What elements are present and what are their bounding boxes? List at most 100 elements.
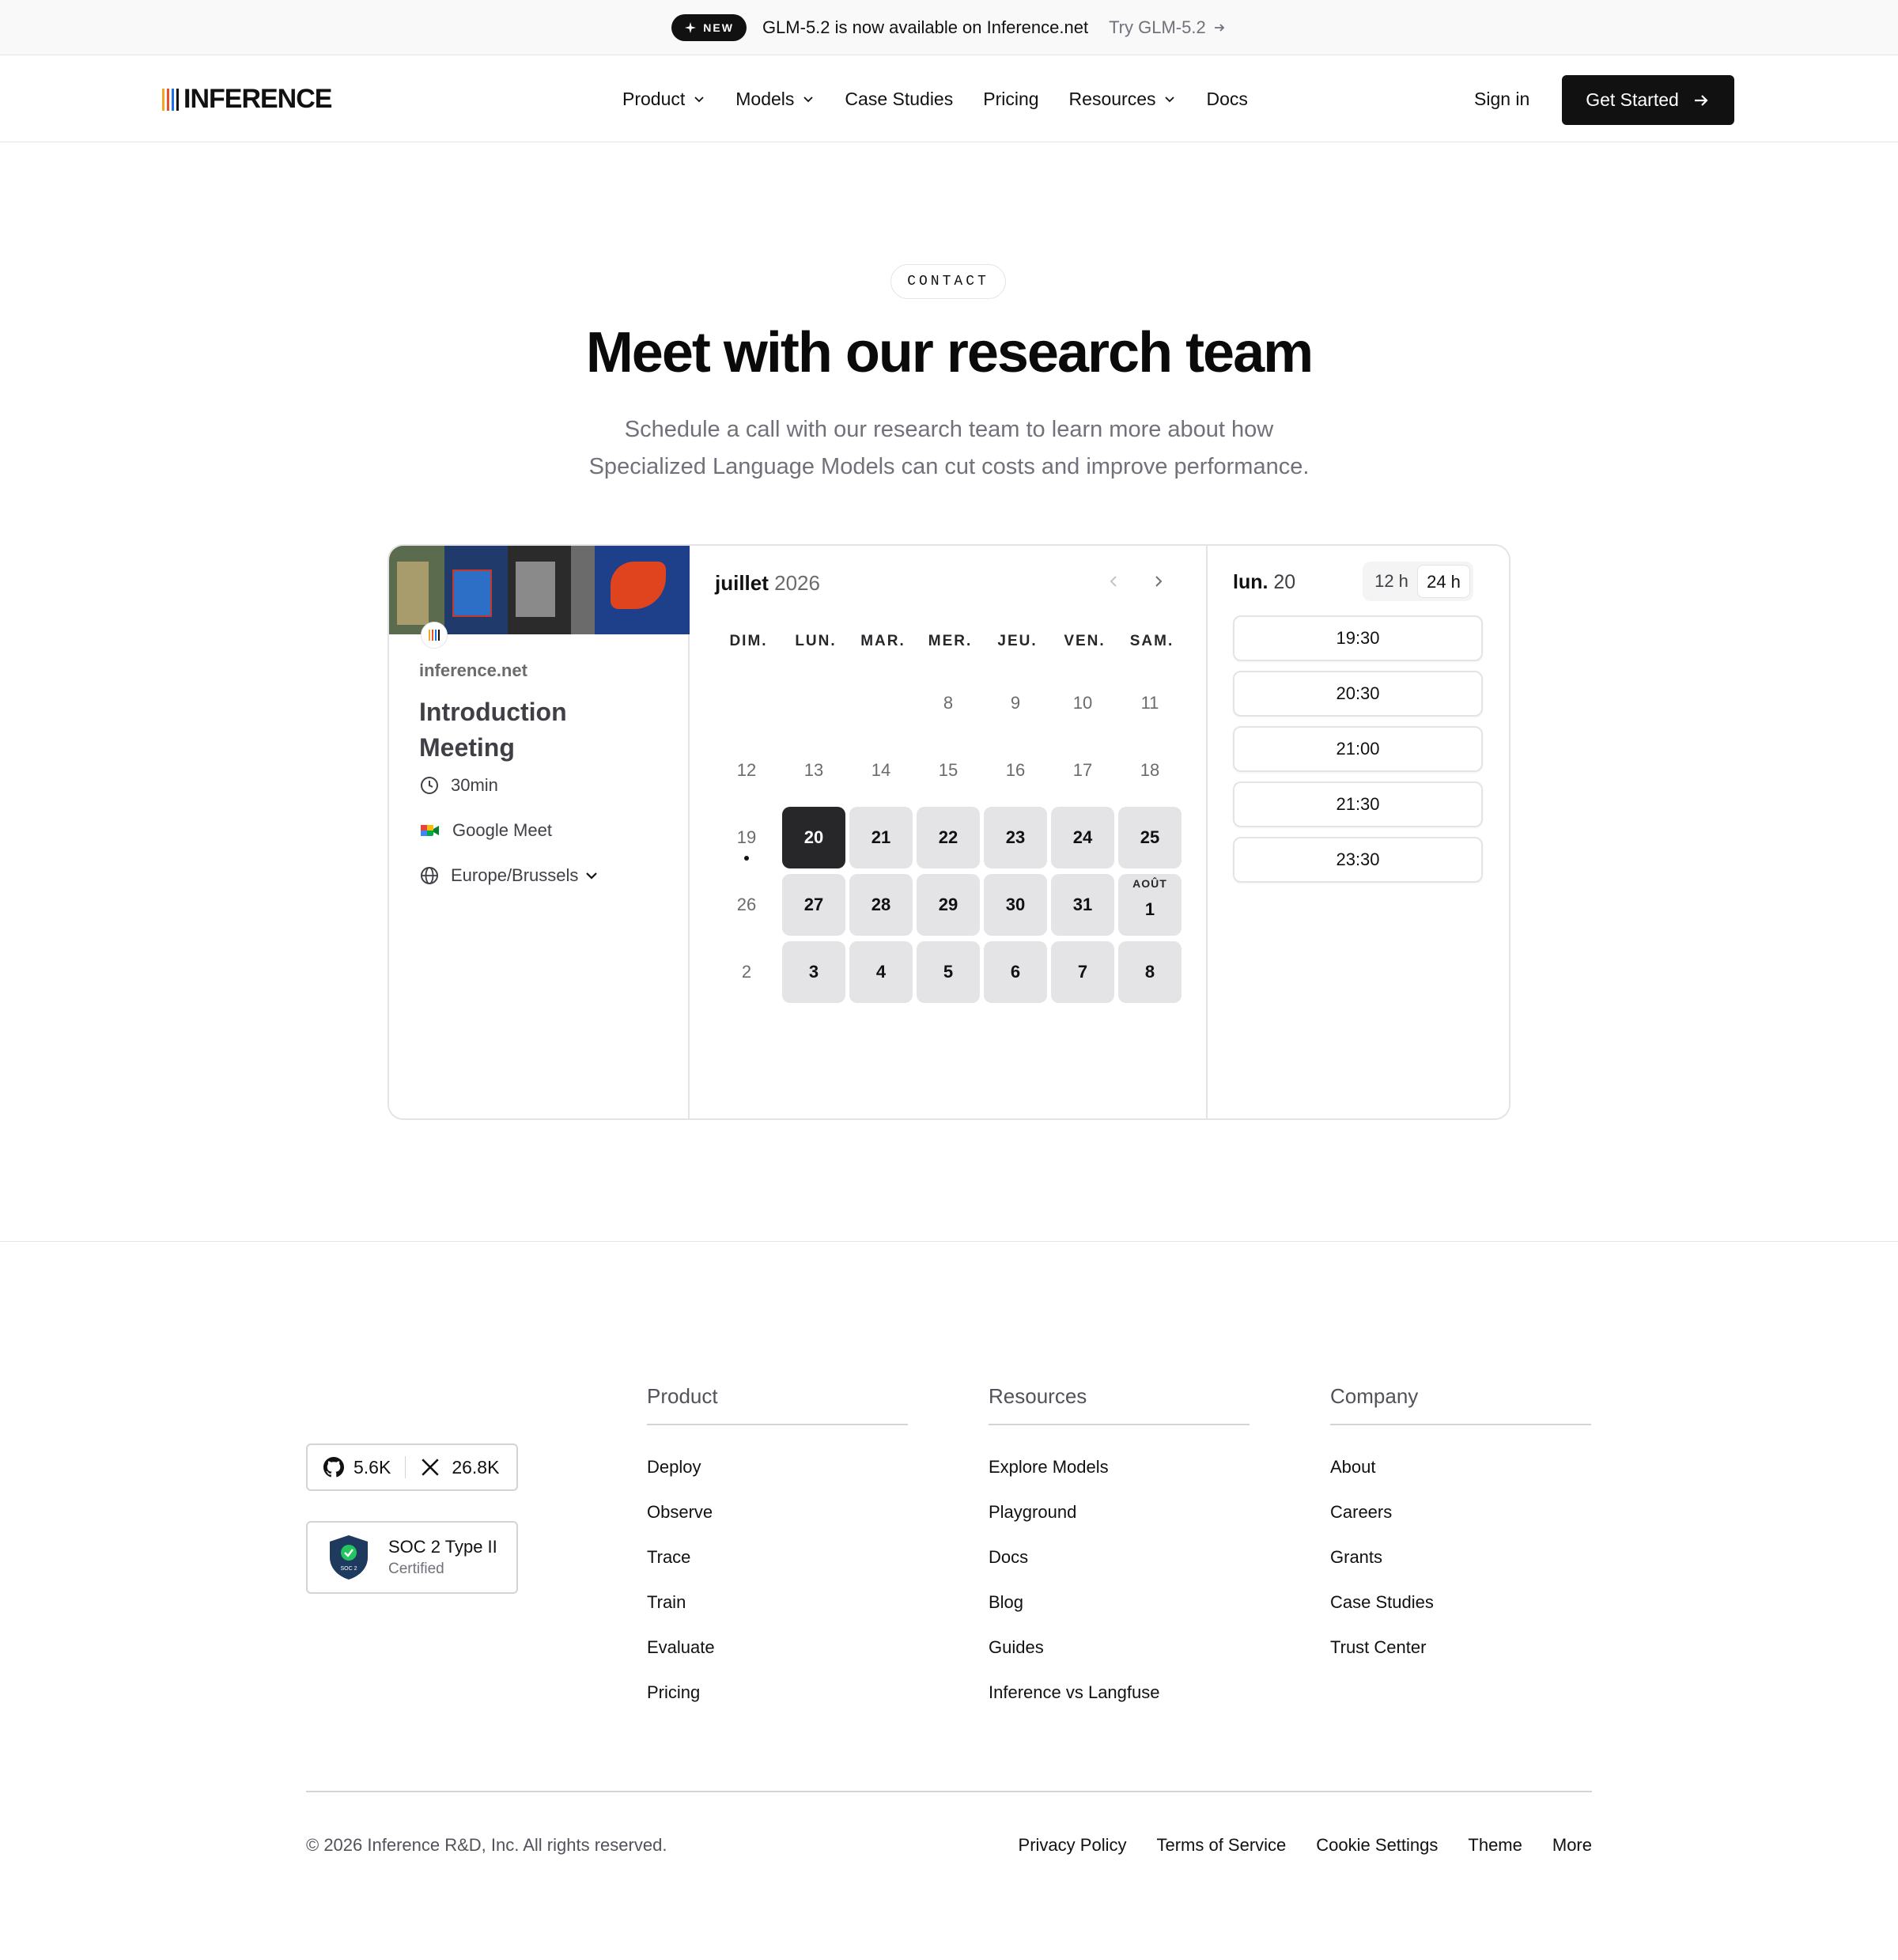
calendar-day-available[interactable]: 5	[917, 941, 980, 1003]
format-24h-option[interactable]: 24 h	[1417, 565, 1470, 598]
calendar-day: 12	[736, 760, 757, 780]
nav-pricing[interactable]: Pricing	[983, 89, 1038, 110]
nav-product[interactable]: Product	[622, 89, 705, 110]
footer-link[interactable]: Careers	[1330, 1502, 1591, 1547]
calendar-day: 16	[1005, 760, 1026, 780]
prev-month-button[interactable]	[1105, 571, 1122, 596]
sign-in-link[interactable]: Sign in	[1474, 55, 1529, 142]
globe-icon	[421, 867, 438, 884]
new-badge: NEW	[671, 13, 747, 41]
calendar-day-selected[interactable]: 20	[782, 807, 845, 868]
soc2-badge[interactable]: SOC 2 SOC 2 Type II Certified	[306, 1521, 518, 1594]
selected-day-name: lun.	[1233, 571, 1268, 593]
sparkle-icon	[685, 21, 697, 33]
calendar-day-available[interactable]: 28	[849, 874, 913, 936]
footer-link[interactable]: Trace	[647, 1547, 908, 1592]
next-month-button[interactable]	[1150, 571, 1167, 596]
calendar-day-available[interactable]: 30	[984, 874, 1047, 936]
calendar-day-available[interactable]: 25	[1118, 807, 1182, 868]
selected-day-number: 20	[1273, 571, 1296, 593]
calendar-day: 10	[1072, 693, 1093, 713]
logo[interactable]: INFERENCE	[162, 84, 332, 115]
calendar-day-available[interactable]: 27	[782, 874, 845, 936]
footer-link[interactable]: About	[1330, 1457, 1591, 1502]
shield-check-icon: SOC 2	[330, 1535, 368, 1580]
privacy-policy-link[interactable]: Privacy Policy	[1019, 1835, 1127, 1856]
nav-models[interactable]: Models	[735, 89, 815, 110]
footer-link[interactable]: Guides	[989, 1637, 1250, 1682]
get-started-button[interactable]: Get Started	[1562, 75, 1734, 125]
footer-link[interactable]: Grants	[1330, 1547, 1591, 1592]
footer-link[interactable]: Train	[647, 1592, 908, 1637]
footer-link[interactable]: Explore Models	[989, 1457, 1250, 1502]
time-slot-button[interactable]: 21:00	[1233, 726, 1483, 772]
github-link[interactable]: 5.6K	[323, 1457, 391, 1478]
footer-link[interactable]: Docs	[989, 1547, 1250, 1592]
footer-link[interactable]: Observe	[647, 1502, 908, 1547]
footer-divider	[0, 1241, 1898, 1242]
time-slot-button[interactable]: 21:30	[1233, 781, 1483, 827]
get-started-label: Get Started	[1586, 89, 1679, 110]
today-label: 19	[736, 827, 757, 847]
calendar-day-available[interactable]: 29	[917, 874, 980, 936]
timezone-selector[interactable]: Europe/Brussels	[419, 865, 599, 886]
format-12h-option[interactable]: 12 h	[1366, 565, 1417, 598]
time-slot-button[interactable]: 19:30	[1233, 615, 1483, 661]
calendar-day-available[interactable]: 21	[849, 807, 913, 868]
calendar-day: 17	[1072, 760, 1093, 780]
footer-column-title: Company	[1330, 1384, 1591, 1425]
nav-product-label: Product	[622, 88, 686, 109]
google-meet-icon	[421, 825, 439, 836]
calendar-day-available[interactable]: 24	[1051, 807, 1114, 868]
arrow-right-icon	[1214, 23, 1224, 32]
calendar-day-available[interactable]: 7	[1051, 941, 1114, 1003]
footer-link[interactable]: Playground	[989, 1502, 1250, 1547]
weekday-label: MAR.	[860, 633, 906, 649]
selected-date-label: lun. 20	[1233, 571, 1295, 594]
nav-docs[interactable]: Docs	[1206, 89, 1247, 110]
calendar-day-available[interactable]: AOÛT 1	[1118, 874, 1182, 936]
chevron-down-icon	[803, 96, 814, 103]
time-slot-button[interactable]: 23:30	[1233, 837, 1483, 883]
footer-link[interactable]: Trust Center	[1330, 1637, 1591, 1682]
nav-case-studies[interactable]: Case Studies	[845, 89, 953, 110]
chevron-down-icon	[694, 96, 704, 103]
soc2-shield-text: SOC 2	[340, 1566, 357, 1572]
chevron-left-icon	[1110, 576, 1117, 587]
github-icon	[323, 1457, 344, 1478]
weekday-label: JEU.	[997, 633, 1038, 649]
time-slot-button[interactable]: 20:30	[1233, 671, 1483, 717]
try-model-link[interactable]: Try GLM-5.2	[1109, 17, 1227, 38]
logo-text: INFERENCE	[183, 84, 332, 114]
cookie-settings-link[interactable]: Cookie Settings	[1316, 1835, 1438, 1856]
footer-link[interactable]: Blog	[989, 1592, 1250, 1637]
calendar-day-available[interactable]: 8	[1118, 941, 1182, 1003]
calendar-day-available[interactable]: 3	[782, 941, 845, 1003]
duration-label: 30min	[451, 775, 498, 795]
calendar-day-available[interactable]: 6	[984, 941, 1047, 1003]
theme-link[interactable]: Theme	[1468, 1835, 1522, 1856]
footer-link[interactable]: Case Studies	[1330, 1592, 1591, 1637]
org-logo-icon	[421, 622, 448, 649]
copyright-text: © 2026 Inference R&D, Inc. All rights re…	[306, 1835, 667, 1855]
calendar-day-available[interactable]: 22	[917, 807, 980, 868]
calendar-day-available[interactable]: 31	[1051, 874, 1114, 936]
footer-link[interactable]: Inference vs Langfuse	[989, 1682, 1250, 1727]
footer-link[interactable]: Deploy	[647, 1457, 908, 1502]
weekday-header: DIM. LUN. MAR. MER. JEU. VEN. SAM.	[715, 633, 1185, 650]
booking-widget: inference.net Introduction Meeting 30min…	[388, 544, 1510, 1120]
stats-separator	[405, 1456, 406, 1478]
page-subtitle: Schedule a call with our research team t…	[475, 411, 1424, 486]
calendar-day-available[interactable]: 23	[984, 807, 1047, 868]
footer-link[interactable]: Evaluate	[647, 1637, 908, 1682]
footer-link[interactable]: Pricing	[647, 1682, 908, 1727]
calendar-day-today: 19	[715, 807, 778, 868]
nav-resources[interactable]: Resources	[1069, 89, 1177, 110]
terms-of-service-link[interactable]: Terms of Service	[1156, 1835, 1286, 1856]
more-link[interactable]: More	[1552, 1835, 1592, 1856]
calendar-day-available[interactable]: 4	[849, 941, 913, 1003]
x-link[interactable]: 26.8K	[420, 1457, 499, 1478]
calendar-day: 9	[1010, 693, 1021, 713]
chevron-right-icon	[1155, 576, 1163, 587]
nav-case-studies-label: Case Studies	[845, 88, 954, 109]
